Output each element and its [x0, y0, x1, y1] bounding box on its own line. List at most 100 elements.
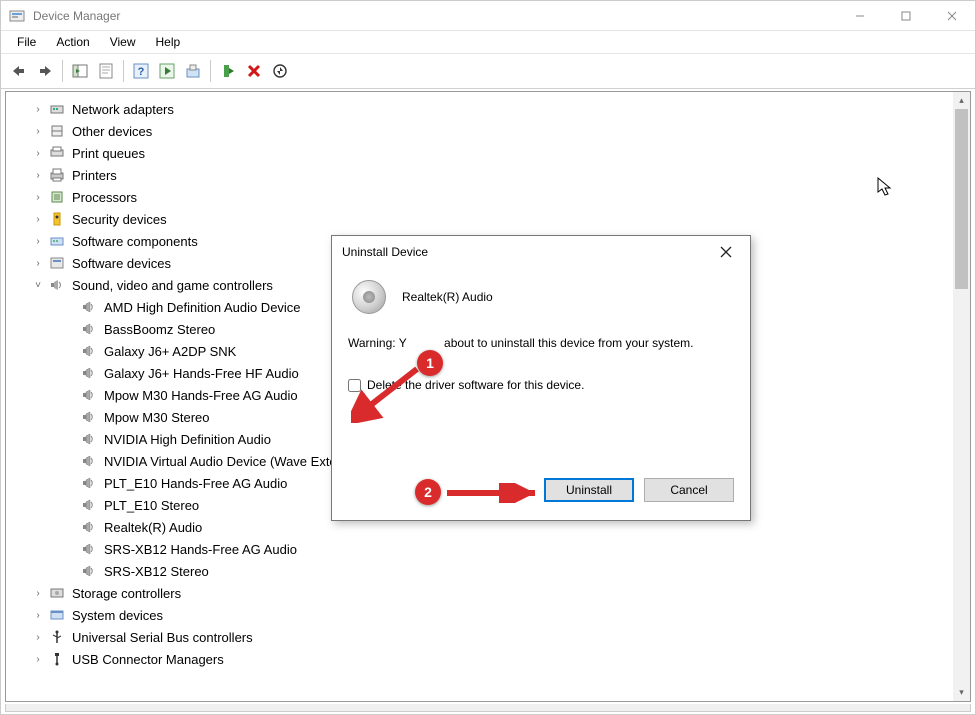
tree-item[interactable]: SRS-XB12 Stereo [6, 560, 953, 582]
tree-category[interactable]: USB Connector Managers [6, 648, 953, 670]
tree-item-label: Mpow M30 Stereo [104, 410, 210, 425]
vertical-scrollbar[interactable]: ▴ ▾ [953, 92, 970, 701]
speaker-icon [80, 299, 98, 315]
uninstall-device-button[interactable] [242, 59, 266, 83]
scroll-thumb[interactable] [955, 109, 968, 289]
menubar: File Action View Help [1, 31, 975, 53]
speaker-icon [80, 321, 98, 337]
security-icon [48, 211, 66, 227]
other-icon [48, 123, 66, 139]
uninstall-button[interactable]: Uninstall [544, 478, 634, 502]
scan-button[interactable] [155, 59, 179, 83]
menu-file[interactable]: File [7, 33, 46, 51]
swcomp-icon [48, 233, 66, 249]
tree-item-label: PLT_E10 Stereo [104, 498, 199, 513]
tree-item-label: Realtek(R) Audio [104, 520, 202, 535]
printer-icon [48, 167, 66, 183]
help-button[interactable]: ? [129, 59, 153, 83]
chevron-right-icon[interactable] [32, 126, 44, 137]
properties-button[interactable] [94, 59, 118, 83]
speaker-icon [80, 563, 98, 579]
usb-icon [48, 629, 66, 645]
tree-category[interactable]: Other devices [6, 120, 953, 142]
maximize-button[interactable] [883, 1, 929, 31]
tree-item-label: AMD High Definition Audio Device [104, 300, 301, 315]
tree-category-label: Network adapters [72, 102, 174, 117]
tree-category-label: Printers [72, 168, 117, 183]
dialog-close-button[interactable] [712, 238, 740, 266]
tree-item-label: SRS-XB12 Hands-Free AG Audio [104, 542, 297, 557]
chevron-right-icon[interactable] [32, 104, 44, 115]
chevron-right-icon[interactable] [32, 258, 44, 269]
tree-category[interactable]: Storage controllers [6, 582, 953, 604]
scroll-down-button[interactable]: ▾ [953, 684, 970, 701]
speaker-icon [80, 475, 98, 491]
menu-action[interactable]: Action [46, 33, 99, 51]
swdev-icon [48, 255, 66, 271]
tree-category-label: USB Connector Managers [72, 652, 224, 667]
speaker-icon [80, 431, 98, 447]
speaker-icon [80, 387, 98, 403]
tree-category-label: Software components [72, 234, 198, 249]
close-button[interactable] [929, 1, 975, 31]
enable-device-button[interactable] [216, 59, 240, 83]
scroll-up-button[interactable]: ▴ [953, 92, 970, 109]
tree-category-label: System devices [72, 608, 163, 623]
minimize-button[interactable] [837, 1, 883, 31]
tree-category[interactable]: Printers [6, 164, 953, 186]
tree-category-label: Processors [72, 190, 137, 205]
chevron-right-icon[interactable] [32, 236, 44, 247]
tree-item-label: Mpow M30 Hands-Free AG Audio [104, 388, 298, 403]
tree-item-label: PLT_E10 Hands-Free AG Audio [104, 476, 287, 491]
chevron-right-icon[interactable] [32, 214, 44, 225]
show-hide-tree-button[interactable] [68, 59, 92, 83]
tree-category-label: Print queues [72, 146, 145, 161]
forward-button[interactable] [33, 59, 57, 83]
dialog-title: Uninstall Device [342, 245, 428, 259]
toolbar: ? [1, 53, 975, 89]
tree-category[interactable]: Universal Serial Bus controllers [6, 626, 953, 648]
tree-item-label: Galaxy J6+ Hands-Free HF Audio [104, 366, 299, 381]
chevron-down-icon[interactable] [32, 280, 44, 291]
chevron-right-icon[interactable] [32, 148, 44, 159]
cpu-icon [48, 189, 66, 205]
tree-item-label: Galaxy J6+ A2DP SNK [104, 344, 236, 359]
system-icon [48, 607, 66, 623]
scan-hardware-button[interactable] [268, 59, 292, 83]
speaker-icon [80, 365, 98, 381]
speaker-icon [80, 453, 98, 469]
tree-category[interactable]: Processors [6, 186, 953, 208]
network-icon [48, 101, 66, 117]
status-bar [5, 704, 971, 712]
cancel-button[interactable]: Cancel [644, 478, 734, 502]
chevron-right-icon[interactable] [32, 632, 44, 643]
chevron-right-icon[interactable] [32, 654, 44, 665]
chevron-right-icon[interactable] [32, 170, 44, 181]
tree-category-label: Other devices [72, 124, 152, 139]
tree-category-label: Software devices [72, 256, 171, 271]
tree-category[interactable]: Security devices [6, 208, 953, 230]
annotation-badge-2: 2 [415, 479, 441, 505]
annotation-badge-1: 1 [417, 350, 443, 376]
speaker-icon [80, 343, 98, 359]
update-driver-button[interactable] [181, 59, 205, 83]
dialog-titlebar: Uninstall Device [332, 236, 750, 268]
menu-view[interactable]: View [100, 33, 146, 51]
tree-category-label: Sound, video and game controllers [72, 278, 273, 293]
chevron-right-icon[interactable] [32, 610, 44, 621]
annotation-arrow-1 [351, 363, 421, 423]
tree-category[interactable]: Network adapters [6, 98, 953, 120]
chevron-right-icon[interactable] [32, 588, 44, 599]
tree-category[interactable]: System devices [6, 604, 953, 626]
tree-item-label: SRS-XB12 Stereo [104, 564, 209, 579]
tree-item-label: NVIDIA High Definition Audio [104, 432, 271, 447]
device-name-label: Realtek(R) Audio [402, 290, 493, 304]
mouse-cursor [877, 177, 893, 197]
back-button[interactable] [7, 59, 31, 83]
menu-help[interactable]: Help [146, 33, 191, 51]
tree-item[interactable]: SRS-XB12 Hands-Free AG Audio [6, 538, 953, 560]
chevron-right-icon[interactable] [32, 192, 44, 203]
speaker-icon [80, 519, 98, 535]
tree-category[interactable]: Print queues [6, 142, 953, 164]
tree-category-label: Storage controllers [72, 586, 181, 601]
